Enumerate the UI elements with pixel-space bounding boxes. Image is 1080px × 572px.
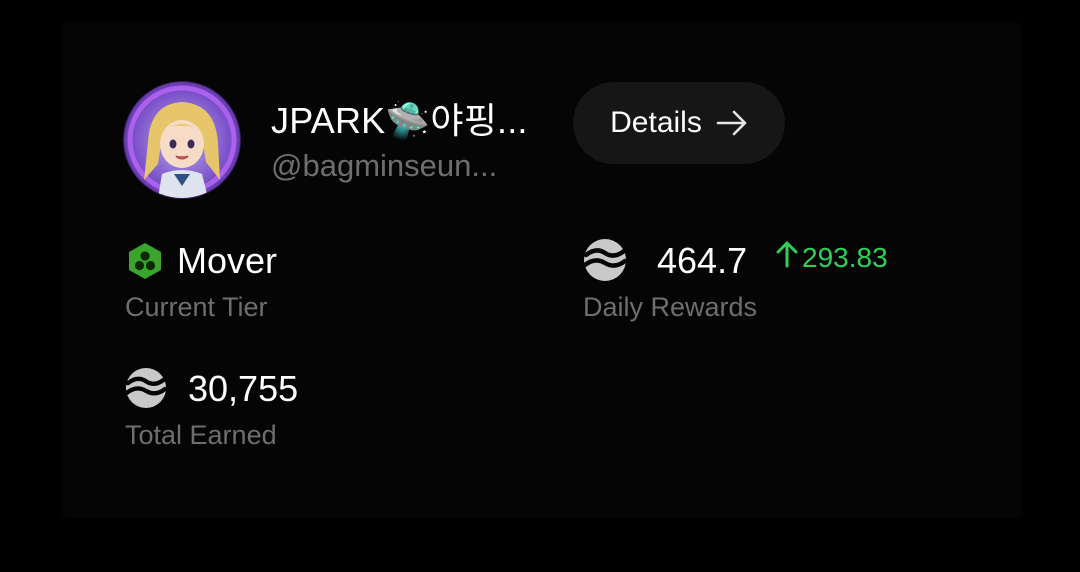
token-logo-icon <box>582 238 628 287</box>
user-handle: @bagminseun... <box>271 148 498 183</box>
arrow-up-icon <box>776 240 798 275</box>
daily-rewards-label: Daily Rewards <box>583 292 758 322</box>
tier-hexagon-icon <box>127 242 163 285</box>
daily-rewards-value: 464.7 <box>657 240 748 281</box>
rewards-page: JPARK🛸야핑... @bagminseun... Details Mover… <box>0 0 1080 572</box>
details-button[interactable]: Details <box>573 82 785 164</box>
daily-rewards-change-value: 293.83 <box>802 241 888 273</box>
daily-rewards-change: 293.83 <box>776 240 888 275</box>
arrow-right-icon <box>716 110 748 136</box>
total-earned-value: 30,755 <box>188 368 299 409</box>
tier-label: Current Tier <box>125 292 268 322</box>
display-name: JPARK🛸야핑... <box>271 100 528 141</box>
details-button-label: Details <box>610 106 702 139</box>
tier-value: Mover <box>177 240 278 281</box>
token-logo-icon <box>124 367 168 414</box>
avatar[interactable] <box>124 82 240 198</box>
avatar-image <box>124 82 240 198</box>
total-earned-label: Total Earned <box>125 420 277 450</box>
